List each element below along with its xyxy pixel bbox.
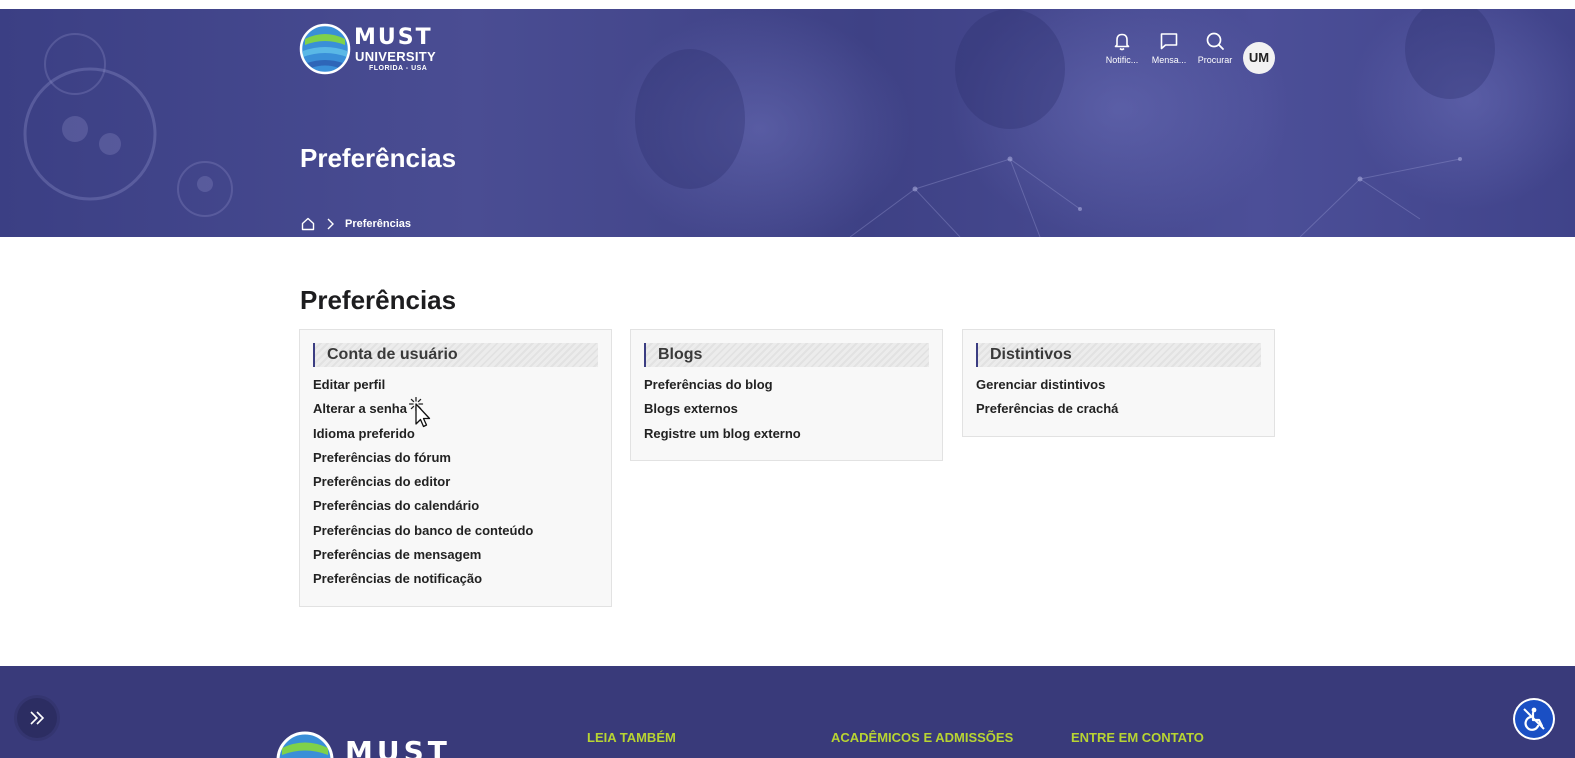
card-user-account: Conta de usuário Editar perfil Alterar a… <box>299 329 612 607</box>
accessibility-button[interactable] <box>1513 698 1555 740</box>
link-message-preferences[interactable]: Preferências de mensagem <box>313 543 481 567</box>
card-title: Conta de usuário <box>327 346 458 363</box>
bell-icon <box>1114 33 1130 51</box>
footer-heading-contact: ENTRE EM CONTATO <box>1071 730 1204 745</box>
page-footer: MUST LEIA TAMBÉM ACADÊMICOS E ADMISSÕES … <box>0 666 1575 758</box>
search-button[interactable]: Procurar <box>1193 31 1237 75</box>
footer-logo-wordmark: MUST <box>345 735 451 758</box>
breadcrumb-current: Preferências <box>345 218 412 230</box>
chevron-right-icon <box>327 218 334 230</box>
double-chevron-right-icon <box>30 711 45 725</box>
card-header: Distintivos <box>976 343 1261 367</box>
footer-logo[interactable]: MUST <box>275 730 465 758</box>
link-badge-preferences[interactable]: Preferências de crachá <box>976 397 1118 421</box>
card-title: Distintivos <box>990 346 1072 363</box>
accessibility-button-face <box>1515 700 1553 738</box>
top-strip <box>0 0 1575 9</box>
card-link-list: Editar perfil Alterar a senha Idioma pre… <box>300 373 611 606</box>
footer-heading-read-also: LEIA TAMBÉM <box>587 730 676 745</box>
logo-location: FLORIDA - USA <box>369 65 428 72</box>
header-background-image <box>23 9 1575 237</box>
card-link-list: Preferências do blog Blogs externos Regi… <box>631 373 942 460</box>
card-title: Blogs <box>658 346 703 363</box>
link-blog-preferences[interactable]: Preferências do blog <box>644 373 773 397</box>
link-notification-preferences[interactable]: Preferências de notificação <box>313 567 482 591</box>
home-icon[interactable] <box>301 217 315 231</box>
logo-wordmark: MUST <box>354 25 433 50</box>
link-register-external-blog[interactable]: Registre um blog externo <box>644 422 801 446</box>
page-title: Preferências <box>300 285 457 315</box>
card-link-list: Gerenciar distintivos Preferências de cr… <box>963 373 1274 436</box>
card-header: Conta de usuário <box>313 343 598 367</box>
globe-icon <box>299 23 351 75</box>
must-university-logo[interactable]: MUST UNIVERSITY FLORIDA - USA <box>299 23 437 75</box>
message-icon <box>1160 33 1178 50</box>
user-avatar[interactable]: UM <box>1243 42 1275 74</box>
link-editor-preferences[interactable]: Preferências do editor <box>313 470 450 494</box>
wheelchair-icon <box>1523 707 1545 731</box>
link-preferred-language[interactable]: Idioma preferido <box>313 422 415 446</box>
card-badges: Distintivos Gerenciar distintivos Prefer… <box>962 329 1275 437</box>
card-blogs: Blogs Preferências do blog Blogs externo… <box>630 329 943 461</box>
search-label: Procurar <box>1197 55 1233 65</box>
link-content-bank-preferences[interactable]: Preferências do banco de conteúdo <box>313 519 533 543</box>
globe-icon <box>276 731 334 758</box>
page-header: MUST UNIVERSITY FLORIDA - USA Notific...… <box>0 9 1575 237</box>
link-forum-preferences[interactable]: Preferências do fórum <box>313 446 451 470</box>
footer-heading-academics: ACADÊMICOS E ADMISSÕES <box>831 730 1014 745</box>
messages-label: Mensa... <box>1151 55 1187 65</box>
link-edit-profile[interactable]: Editar perfil <box>313 373 385 397</box>
hero-page-title: Preferências <box>300 143 457 173</box>
logo-subtitle: UNIVERSITY <box>355 49 437 64</box>
link-external-blogs[interactable]: Blogs externos <box>644 397 738 421</box>
link-change-password[interactable]: Alterar a senha <box>313 397 407 421</box>
notifications-button[interactable]: Notific... <box>1100 31 1144 75</box>
link-manage-badges[interactable]: Gerenciar distintivos <box>976 373 1105 397</box>
search-icon <box>1206 32 1224 50</box>
breadcrumb: Preferências <box>301 216 411 232</box>
drawer-toggle-button[interactable] <box>17 698 57 738</box>
messages-button[interactable]: Mensa... <box>1147 31 1191 75</box>
card-header: Blogs <box>644 343 929 367</box>
notifications-label: Notific... <box>1105 55 1139 65</box>
link-calendar-preferences[interactable]: Preferências do calendário <box>313 494 479 518</box>
